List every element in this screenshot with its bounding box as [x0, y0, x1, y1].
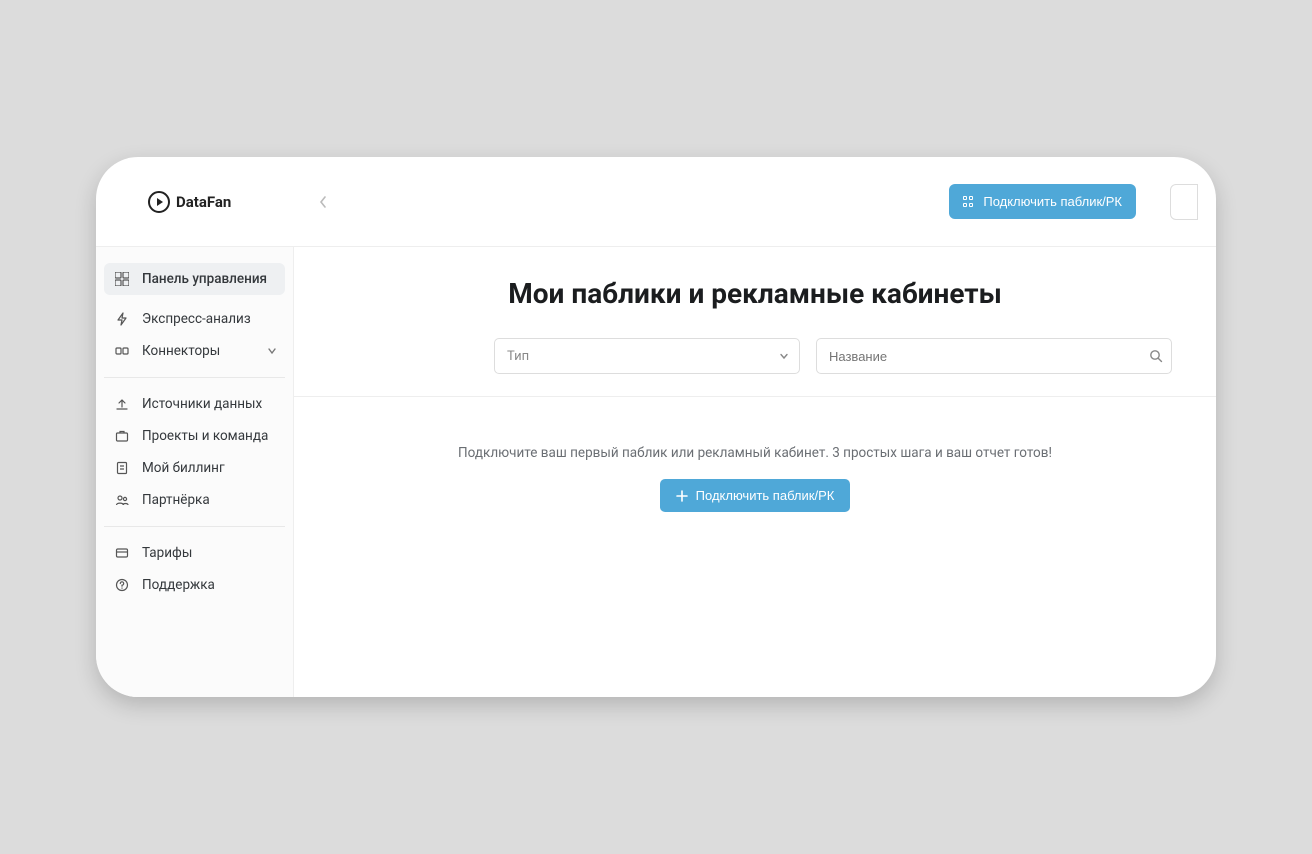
sidebar-collapse-button[interactable] — [313, 192, 333, 212]
page-title: Мои паблики и рекламные кабинеты — [294, 277, 1216, 310]
sidebar-item-sources[interactable]: Источники данных — [104, 388, 285, 420]
empty-state: Подключите ваш первый паблик или рекламн… — [294, 396, 1216, 512]
connect-public-label: Подключить паблик/РК — [983, 194, 1122, 209]
name-search-wrap — [816, 338, 1172, 374]
sidebar-item-label: Партнёрка — [142, 492, 210, 508]
logo[interactable]: DataFan — [148, 191, 231, 213]
filter-row: Тип — [294, 338, 1216, 396]
chevron-down-icon — [779, 351, 789, 361]
connect-public-button[interactable]: Подключить паблик/РК — [949, 184, 1136, 219]
type-select[interactable]: Тип — [494, 338, 800, 374]
sidebar-item-express[interactable]: Экспресс-анализ — [104, 303, 285, 335]
sidebar-item-connectors[interactable]: Коннекторы — [104, 335, 285, 367]
sidebar-item-projects[interactable]: Проекты и команда — [104, 420, 285, 452]
brand-name: DataFan — [176, 193, 231, 211]
chevron-left-icon — [319, 196, 327, 208]
topbar: DataFan Подключить паблик/РК — [96, 157, 1216, 247]
logo-icon — [148, 191, 170, 213]
sidebar-item-label: Экспресс-анализ — [142, 311, 251, 327]
bolt-icon — [114, 311, 130, 327]
divider — [104, 526, 285, 527]
sidebar-item-label: Тарифы — [142, 545, 192, 561]
sidebar-item-billing[interactable]: Мой биллинг — [104, 452, 285, 484]
divider — [104, 377, 285, 378]
type-select-placeholder: Тип — [507, 349, 529, 364]
sidebar-item-label: Панель управления — [142, 271, 267, 287]
receipt-icon — [114, 460, 130, 476]
sidebar-item-partner[interactable]: Партнёрка — [104, 484, 285, 516]
upload-icon — [114, 396, 130, 412]
plugs-icon — [114, 343, 130, 359]
empty-connect-label: Подключить паблик/РК — [696, 488, 835, 503]
briefcase-icon — [114, 428, 130, 444]
app-window: DataFan Подключить паблик/РК Панель упра… — [96, 157, 1216, 697]
plus-icon — [676, 490, 688, 502]
empty-connect-button[interactable]: Подключить паблик/РК — [660, 479, 851, 512]
name-search-input[interactable] — [829, 349, 1159, 364]
empty-state-text: Подключите ваш первый паблик или рекламн… — [294, 445, 1216, 461]
dashboard-icon — [114, 271, 130, 287]
help-icon — [114, 577, 130, 593]
main-panel: Мои паблики и рекламные кабинеты Тип Под… — [294, 247, 1216, 697]
sidebar-item-support[interactable]: Поддержка — [104, 569, 285, 601]
sidebar-item-dashboard[interactable]: Панель управления — [104, 263, 285, 295]
chevron-down-icon — [267, 346, 277, 356]
grid-icon — [963, 196, 975, 208]
sidebar: Панель управления Экспресс-анализ Коннек… — [96, 247, 294, 697]
header-right-button[interactable] — [1170, 184, 1198, 220]
sidebar-item-label: Коннекторы — [142, 343, 220, 359]
sidebar-item-label: Источники данных — [142, 396, 262, 412]
sidebar-item-label: Проекты и команда — [142, 428, 268, 444]
sidebar-item-tariffs[interactable]: Тарифы — [104, 537, 285, 569]
sidebar-item-label: Мой биллинг — [142, 460, 225, 476]
people-icon — [114, 492, 130, 508]
search-icon — [1149, 349, 1163, 363]
sidebar-item-label: Поддержка — [142, 577, 215, 593]
card-icon — [114, 545, 130, 561]
